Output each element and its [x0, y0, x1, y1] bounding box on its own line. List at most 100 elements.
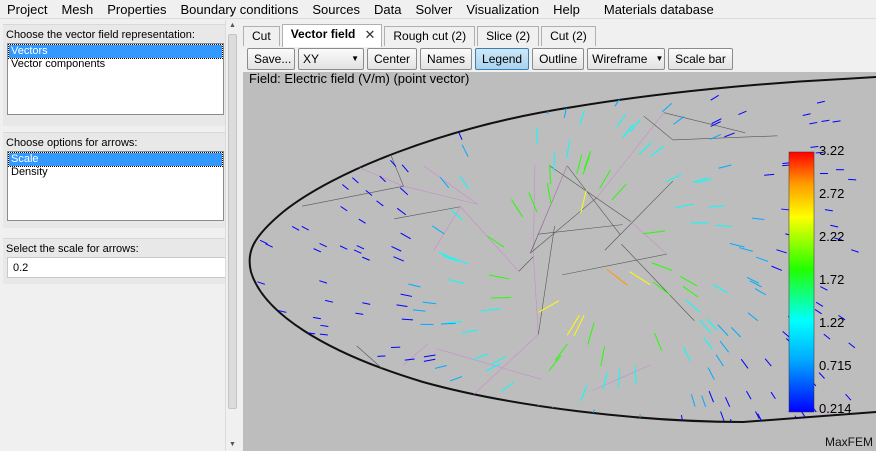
field-arrow [325, 299, 334, 303]
close-icon[interactable]: ✕ [364, 25, 375, 44]
field-arrow [845, 393, 852, 401]
field-arrow [473, 353, 489, 360]
menu-sources[interactable]: Sources [305, 0, 367, 19]
tab-label: Slice (2) [486, 29, 531, 43]
tab-cut-2[interactable]: Cut (2) [541, 26, 596, 46]
field-arrow [261, 142, 268, 149]
field-arrow [528, 192, 538, 213]
field-arrow [511, 199, 523, 218]
field-arrow [821, 119, 830, 123]
menu-help[interactable]: Help [546, 0, 587, 19]
list-item-density[interactable]: Density [9, 166, 222, 179]
field-arrow [580, 190, 587, 213]
field-arrow [284, 350, 293, 352]
field-arrow [823, 333, 831, 340]
field-arrow [481, 308, 501, 312]
field-arrow [271, 95, 278, 103]
arrow-scale-input[interactable] [7, 257, 228, 278]
tab-vector-field[interactable]: Vector field ✕ [281, 24, 383, 47]
field-arrow [393, 256, 405, 262]
names-button[interactable]: Names [420, 48, 473, 70]
field-arrow [818, 372, 825, 379]
menu-boundary-conditions[interactable]: Boundary conditions [174, 0, 306, 19]
arrow-options-list[interactable]: Scale Density [7, 151, 224, 221]
list-item-vectors[interactable]: Vectors [8, 44, 223, 59]
list-item-scale[interactable]: Scale [8, 152, 223, 167]
field-arrow [423, 354, 436, 358]
menu-data[interactable]: Data [367, 0, 408, 19]
field-arrow [673, 116, 685, 125]
field-arrow [396, 402, 405, 406]
scroll-thumb[interactable] [228, 34, 237, 409]
representation-label: Choose the vector field representation: [6, 29, 195, 41]
outline-button[interactable]: Outline [532, 48, 585, 70]
field-arrow [385, 135, 392, 143]
save-button[interactable]: Save... [247, 48, 295, 70]
panel-scrollbar[interactable]: ▲ ▼ [225, 20, 238, 451]
field-arrow [396, 304, 408, 307]
scale-bar-button[interactable]: Scale bar [668, 48, 733, 70]
tab-rough-cut-2[interactable]: Rough cut (2) [384, 26, 476, 46]
mesh-edge [533, 256, 539, 335]
mesh-edge [433, 206, 461, 251]
field-arrow [376, 87, 382, 95]
legend-value: 1.72 [819, 272, 845, 287]
arrow-scale-label: Select the scale for arrows: [6, 243, 139, 255]
field-arrow [362, 256, 370, 261]
field-arrow [355, 312, 364, 315]
mesh-edge [313, 99, 366, 111]
field-arrow [349, 116, 356, 124]
field-arrow [711, 118, 722, 125]
field-arrow [771, 265, 783, 271]
field-arrow [634, 366, 637, 384]
center-button[interactable]: Center [367, 48, 418, 70]
menu-project[interactable]: Project [0, 0, 54, 19]
field-arrow [412, 309, 426, 312]
chevron-down-icon: ▼ [351, 54, 359, 63]
menu-mesh[interactable]: Mesh [54, 0, 100, 19]
menu-visualization[interactable]: Visualization [459, 0, 546, 19]
field-arrow [579, 110, 585, 125]
field-arrow [362, 302, 371, 305]
field-arrow [301, 225, 309, 231]
field-arrow [682, 346, 692, 362]
field-arrow [661, 102, 672, 113]
field-arrow [341, 184, 349, 190]
field-arrow [651, 262, 673, 272]
field-arrow [782, 330, 790, 338]
field-arrow [500, 382, 514, 393]
field-arrow [679, 275, 698, 287]
mesh-edge [460, 206, 519, 272]
view-select[interactable]: XY view ▼ [298, 48, 364, 86]
field-arrow [599, 170, 611, 189]
field-arrow [610, 419, 615, 422]
render-mode-select[interactable]: Wireframe ▼ [587, 48, 666, 70]
field-arrow [255, 117, 262, 124]
arrow-scale-group: Select the scale for arrows: [3, 238, 228, 284]
field-arrow [701, 395, 707, 408]
menu-materials-database[interactable]: Materials database [597, 0, 721, 19]
tab-slice-2[interactable]: Slice (2) [477, 26, 540, 46]
tab-cut[interactable]: Cut [243, 26, 280, 46]
menu-properties[interactable]: Properties [100, 0, 173, 19]
mesh-edge [365, 99, 371, 104]
mesh-edge [596, 112, 665, 198]
field-arrow [556, 417, 565, 422]
field-arrow [848, 178, 857, 181]
scroll-up-icon[interactable]: ▲ [226, 20, 239, 32]
field-arrow [675, 203, 694, 209]
3d-viewport[interactable]: Field: Electric field (V/m) (point vecto… [243, 72, 876, 451]
field-arrow [715, 224, 732, 228]
tab-label: Rough cut (2) [393, 29, 467, 43]
legend-toggle[interactable]: Legend [475, 48, 530, 70]
field-arrow [379, 175, 386, 183]
representation-list[interactable]: Vectors Vector components [7, 43, 224, 115]
list-item-vector-components[interactable]: Vector components [9, 58, 222, 71]
vector-field-plot[interactable] [243, 72, 876, 451]
menu-solver[interactable]: Solver [409, 0, 460, 19]
field-arrow [747, 312, 759, 322]
field-arrow [708, 390, 714, 403]
scroll-down-icon[interactable]: ▼ [226, 439, 239, 451]
brand-label: MaxFEM [825, 435, 873, 449]
field-arrow [440, 322, 456, 325]
